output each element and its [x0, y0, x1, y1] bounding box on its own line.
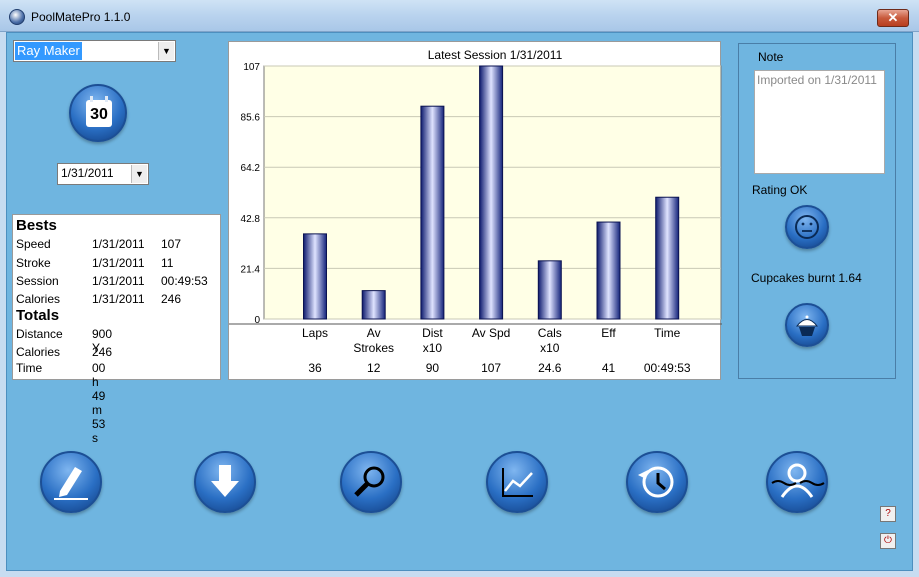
y-tick-label: 64.2	[241, 163, 261, 174]
note-textarea[interactable]: Imported on 1/31/2011	[754, 70, 885, 174]
value-label: 107	[481, 361, 501, 375]
x-category-label: Cals	[538, 326, 562, 340]
calendar-rings	[90, 96, 108, 102]
note-text: Imported on 1/31/2011	[757, 73, 877, 87]
total-label: Distance	[16, 327, 63, 341]
help-button[interactable]: ?	[880, 506, 896, 522]
note-title: Note	[758, 50, 784, 64]
session-date-value: 1/31/2011	[61, 166, 114, 180]
total-row: Time 00 h 49 m 53 s	[16, 361, 105, 445]
value-label: 36	[308, 361, 322, 375]
swimmer-button[interactable]	[766, 451, 828, 513]
session-date-dropdown[interactable]: 1/31/2011 ▼	[57, 163, 149, 185]
window-frame-right	[913, 32, 919, 577]
x-category-label: Laps	[302, 326, 328, 340]
chevron-down-icon[interactable]: ▼	[131, 165, 147, 183]
totals-heading: Totals	[16, 307, 60, 324]
window-title: PoolMatePro 1.1.0	[31, 10, 131, 24]
rating-label: Rating OK	[752, 183, 808, 197]
y-tick-label: 21.4	[241, 264, 261, 275]
search-button[interactable]	[340, 451, 402, 513]
total-label: Time	[16, 361, 43, 375]
chart-bar	[655, 196, 680, 320]
power-icon[interactable]: ⏻	[880, 533, 896, 549]
value-label: 00:49:53	[644, 361, 691, 375]
total-row: Calories 246	[16, 345, 112, 359]
close-button[interactable]: ✕	[877, 9, 909, 27]
note-panel: Note Imported on 1/31/2011 Rating OK Cup…	[738, 43, 896, 379]
user-dropdown-value: Ray Maker	[15, 42, 82, 60]
value-label: 24.6	[538, 361, 562, 375]
chart-bar	[479, 65, 504, 320]
cupcakes-label: Cupcakes burnt 1.64	[751, 271, 862, 285]
x-category-label: Eff	[601, 326, 616, 340]
title-bar: PoolMatePro 1.1.0 ✕	[0, 0, 919, 32]
best-value: 246	[161, 292, 182, 306]
download-button[interactable]	[194, 451, 256, 513]
value-label: 41	[602, 361, 616, 375]
y-tick-label: 42.8	[241, 214, 261, 225]
chart-title: Latest Session 1/31/2011	[428, 48, 563, 62]
best-date: 1/31/2011	[92, 256, 145, 270]
download-icon	[211, 465, 239, 497]
best-label: Session	[16, 274, 59, 288]
search-icon	[354, 466, 385, 497]
x-category-label: x10	[423, 341, 443, 355]
y-tick-label: 107	[243, 62, 260, 73]
x-category-label: Time	[654, 326, 681, 340]
best-value: 00:49:53	[161, 274, 208, 288]
calendar-button[interactable]: 30	[69, 84, 127, 142]
x-category-label: Strokes	[353, 341, 394, 355]
best-label: Calories	[16, 292, 61, 306]
chart-bar	[303, 233, 327, 320]
value-label: 12	[367, 361, 381, 375]
total-label: Calories	[16, 345, 61, 359]
best-label: Stroke	[16, 256, 51, 270]
cupcake-icon[interactable]	[785, 303, 829, 347]
edit-icon	[54, 467, 88, 500]
chart-button[interactable]	[486, 451, 548, 513]
x-category-label: Dist	[422, 326, 443, 340]
best-date: 1/31/2011	[92, 292, 145, 306]
x-category-label: x10	[540, 341, 560, 355]
total-row: Distance 900 Y	[16, 327, 112, 355]
best-value: 107	[161, 237, 182, 251]
window-frame-bottom	[0, 571, 919, 577]
best-value: 11	[161, 256, 174, 270]
y-tick-label: 85.6	[241, 113, 261, 124]
best-date: 1/31/2011	[92, 237, 145, 251]
chart-icon	[502, 468, 533, 497]
best-date: 1/31/2011	[92, 274, 145, 288]
chart-bar	[420, 105, 445, 320]
neutral-face-icon[interactable]	[785, 205, 829, 249]
best-row: Calories 1/31/2011 246	[16, 292, 181, 306]
chart-svg: Latest Session 1/31/2011 021.442.864.285…	[229, 48, 722, 375]
best-row: Stroke 1/31/2011 11	[16, 256, 173, 270]
calendar-icon: 30	[86, 100, 112, 127]
session-chart: Latest Session 1/31/2011 0 21.4 42.8 64.2 85…	[228, 41, 722, 380]
total-value: 00 h 49 m 53 s	[92, 361, 106, 445]
history-button[interactable]	[626, 451, 688, 513]
bests-heading: Bests	[16, 217, 57, 234]
best-row: Speed 1/31/2011 107	[16, 237, 181, 251]
x-category-label: Av	[367, 326, 381, 340]
bests-panel: Bests Speed 1/31/2011 107 Stroke 1/31/20…	[12, 214, 221, 445]
chart-bar	[537, 260, 562, 320]
value-label: 90	[426, 361, 440, 375]
history-icon	[638, 466, 674, 498]
chart-bar	[361, 290, 386, 320]
total-value: 246	[92, 345, 113, 359]
edit-button[interactable]	[40, 451, 102, 513]
chart-bar	[596, 221, 621, 320]
best-row: Session 1/31/2011 00:49:53	[16, 274, 208, 288]
app-icon	[9, 9, 25, 25]
best-label: Speed	[16, 237, 51, 251]
chevron-down-icon[interactable]: ▼	[158, 42, 174, 60]
calendar-day: 30	[90, 106, 108, 123]
x-category-label: Av Spd	[472, 326, 510, 340]
user-dropdown[interactable]: Ray Maker ▼	[13, 40, 176, 62]
swimmer-icon	[771, 463, 825, 498]
